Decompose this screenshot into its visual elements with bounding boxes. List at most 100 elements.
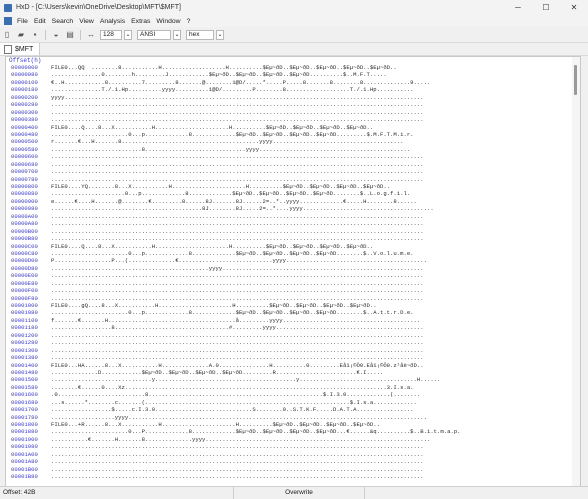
offset-cell: 00000C00 [11, 242, 38, 250]
display-mode-dropdown-icon[interactable]: ⌄ [216, 29, 224, 40]
data-row[interactable]: ........................................… [51, 280, 572, 287]
save-icon[interactable]: ▪ [30, 30, 40, 40]
open-folder-icon[interactable]: ▰ [16, 30, 26, 40]
charset-dropdown-icon[interactable]: ⌄ [173, 29, 181, 40]
data-row[interactable]: ........................................… [51, 339, 572, 346]
close-button[interactable]: ✕ [560, 0, 588, 15]
data-row[interactable]: ........................................… [51, 176, 572, 183]
data-row[interactable]: ..............D............$Eµ~ðD..$Eµ~ð… [51, 369, 572, 376]
offset-cell: 00000180 [11, 86, 38, 94]
vertical-scrollbar[interactable] [572, 57, 580, 486]
file-icon [4, 44, 12, 54]
data-row[interactable]: ........................................… [51, 161, 572, 168]
data-row[interactable]: .......................0...p............… [51, 309, 572, 316]
data-row[interactable]: f.......€.......H.......................… [51, 317, 572, 324]
data-row[interactable]: ........................................… [51, 220, 572, 227]
data-row[interactable]: ........................................… [51, 473, 572, 480]
scrollbar-thumb[interactable] [574, 65, 577, 95]
open-ram-icon[interactable]: ▤ [65, 30, 75, 40]
data-row[interactable]: ........................................… [51, 101, 572, 108]
data-row[interactable]: €..H............8..........7.........8..… [51, 79, 572, 86]
maximize-button[interactable]: ☐ [532, 0, 560, 15]
data-row[interactable]: ........................................… [51, 332, 572, 339]
data-row[interactable]: FILE0...HA......8...X...........H.......… [51, 362, 572, 369]
data-row[interactable]: ........................................… [51, 235, 572, 242]
hex-editor[interactable]: Offset(h) 00000000 00000080 00000100 000001… [5, 56, 581, 487]
data-row[interactable]: ...........€.......H.......8............… [51, 436, 572, 443]
offset-cell: 00001680 [11, 398, 38, 406]
data-row[interactable]: r.......€...H.......8...................… [51, 138, 572, 145]
toolbar-separator [45, 29, 46, 40]
charset-select[interactable]: ANSI [137, 29, 171, 40]
data-row[interactable]: yyyy....................................… [51, 94, 572, 101]
data-row[interactable]: ........................................… [51, 443, 572, 450]
data-row[interactable]: ........................................… [51, 272, 572, 279]
data-row[interactable]: ...............0........h.........J.....… [51, 71, 572, 78]
offset-cell: 00000100 [11, 78, 38, 86]
menu-search[interactable]: Search [49, 18, 77, 25]
data-row[interactable]: P.................P...(..............€..… [51, 257, 572, 264]
bytes-per-row-dropdown-icon[interactable]: ⌄ [124, 29, 132, 40]
data-row[interactable]: ...........................8............… [51, 146, 572, 153]
menu-help[interactable]: ? [184, 18, 194, 25]
menu-view[interactable]: View [76, 18, 97, 25]
data-row[interactable]: FILE0....YQ........8...X...........H....… [51, 183, 572, 190]
data-row[interactable]: ........................................… [51, 265, 572, 272]
data-row[interactable]: .......................0...p............… [51, 250, 572, 257]
data-row[interactable]: ........................................… [51, 213, 572, 220]
data-row[interactable]: ..............................y.........… [51, 376, 572, 383]
data-row[interactable]: ......................0...p.............… [51, 190, 572, 197]
data-row[interactable]: FILE0....Q....8...X...........H.........… [51, 124, 572, 131]
menu-extras[interactable]: Extras [128, 18, 153, 25]
title-bar: HxD - [C:\Users\kevin\OneDrive\Desktop\M… [0, 0, 588, 15]
menu-window[interactable]: Window [153, 18, 183, 25]
status-mode[interactable]: Overwrite [234, 487, 365, 499]
data-row[interactable]: ........................................… [51, 287, 572, 294]
text-column[interactable]: FILE0...QQ ........8...........H........… [51, 57, 572, 486]
data-row[interactable]: ...s......*........c.......(............… [51, 399, 572, 406]
data-row[interactable]: ........................................… [51, 109, 572, 116]
data-row[interactable]: ........................................… [51, 354, 572, 361]
offset-cell: 00000880 [11, 190, 38, 198]
data-row[interactable]: ..................8.....................… [51, 324, 572, 331]
data-row[interactable]: FILE0...+R......8...X...........H.......… [51, 421, 572, 428]
data-row[interactable]: ........€......0....Xz..................… [51, 384, 572, 391]
minimize-button[interactable]: ─ [504, 0, 532, 15]
data-row[interactable]: .0..........................8...........… [51, 391, 572, 398]
data-row[interactable]: ........................................… [51, 168, 572, 175]
offset-cell: 00000900 [11, 197, 38, 205]
data-row[interactable]: ........................................… [51, 347, 572, 354]
tab-label: $MFT [15, 45, 34, 53]
data-row[interactable]: ........................................… [51, 205, 572, 212]
data-row[interactable]: ........................................… [51, 116, 572, 123]
offset-cell: 00000300 [11, 108, 38, 116]
open-disk-icon[interactable]: ◒ [51, 30, 61, 40]
data-row[interactable]: FILE0....Q....8...X...........H.........… [51, 243, 572, 250]
tab-mft[interactable]: $MFT [0, 43, 41, 55]
bytes-per-row-field[interactable]: 128 [100, 29, 122, 40]
display-mode-select[interactable]: hex [186, 29, 214, 40]
menu-file[interactable]: File [14, 18, 31, 25]
data-row[interactable]: ........................................… [51, 153, 572, 160]
offset-cell: 00000780 [11, 175, 38, 183]
data-row[interactable]: ........................................… [51, 458, 572, 465]
data-row[interactable]: .......................0...P............… [51, 428, 572, 435]
toolbar: ▯ ▰ ▪ ◒ ▤ ↔ 128 ⌄ ANSI ⌄ hex ⌄ [0, 27, 588, 43]
data-row[interactable]: ........................................… [51, 451, 572, 458]
offset-cell: 00000380 [11, 116, 38, 124]
data-row[interactable]: ........................................… [51, 295, 572, 302]
data-row[interactable]: ...............T./.1.Hp..........yyyy...… [51, 86, 572, 93]
data-row[interactable]: e......€....H.......@........€.........8… [51, 198, 572, 205]
menu-analysis[interactable]: Analysis [97, 18, 128, 25]
data-row[interactable]: .......................0...p............… [51, 131, 572, 138]
data-row[interactable]: ..................$.....c.I.3.0.........… [51, 406, 572, 413]
document-menu-icon[interactable] [4, 17, 12, 25]
data-row[interactable]: ........................................… [51, 466, 572, 473]
data-row[interactable]: ........................................… [51, 228, 572, 235]
data-row[interactable]: FILE0...QQ ........8...........H........… [51, 64, 572, 71]
data-row[interactable]: ...................yyyy.................… [51, 414, 572, 421]
new-file-icon[interactable]: ▯ [2, 30, 12, 40]
offset-cell: 00001300 [11, 346, 38, 354]
menu-edit[interactable]: Edit [31, 18, 49, 25]
data-row[interactable]: FILE0....gQ....8...X...........H........… [51, 302, 572, 309]
